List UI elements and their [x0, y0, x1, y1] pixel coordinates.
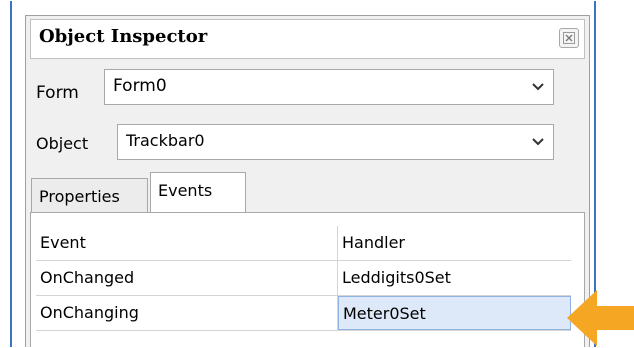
tab-properties-label: Properties [39, 187, 120, 206]
form-select-value: Form0 [113, 76, 167, 96]
close-icon [563, 32, 575, 44]
events-grid: Event Handler OnChanged Leddigits0Set On… [30, 212, 585, 347]
title-bar: Object Inspector [30, 19, 585, 59]
close-button[interactable] [559, 28, 579, 48]
table-row[interactable]: OnChanged Leddigits0Set [36, 261, 571, 296]
grid-header-row: Event Handler [36, 226, 571, 261]
chevron-down-icon [532, 138, 544, 146]
form-label: Form [36, 83, 79, 103]
form-select[interactable]: Form0 [104, 69, 554, 105]
pointer-arrow-icon [567, 290, 634, 346]
event-cell: OnChanged [36, 261, 338, 295]
object-select[interactable]: Trackbar0 [117, 124, 554, 160]
event-cell: OnChanging [36, 296, 338, 330]
tab-events[interactable]: Events [150, 172, 246, 213]
object-select-value: Trackbar0 [126, 131, 205, 150]
tab-events-label: Events [158, 181, 213, 200]
window-title: Object Inspector [39, 26, 208, 47]
table-row[interactable]: OnChanging Meter0Set [36, 296, 571, 331]
handler-column-header: Handler [342, 233, 405, 252]
handler-cell[interactable]: Leddigits0Set [338, 261, 571, 295]
object-label: Object [36, 134, 89, 153]
handler-cell-selected[interactable]: Meter0Set [338, 296, 571, 330]
chevron-down-icon [532, 83, 544, 91]
tab-properties[interactable]: Properties [31, 178, 148, 212]
event-column-header: Event [36, 226, 338, 260]
